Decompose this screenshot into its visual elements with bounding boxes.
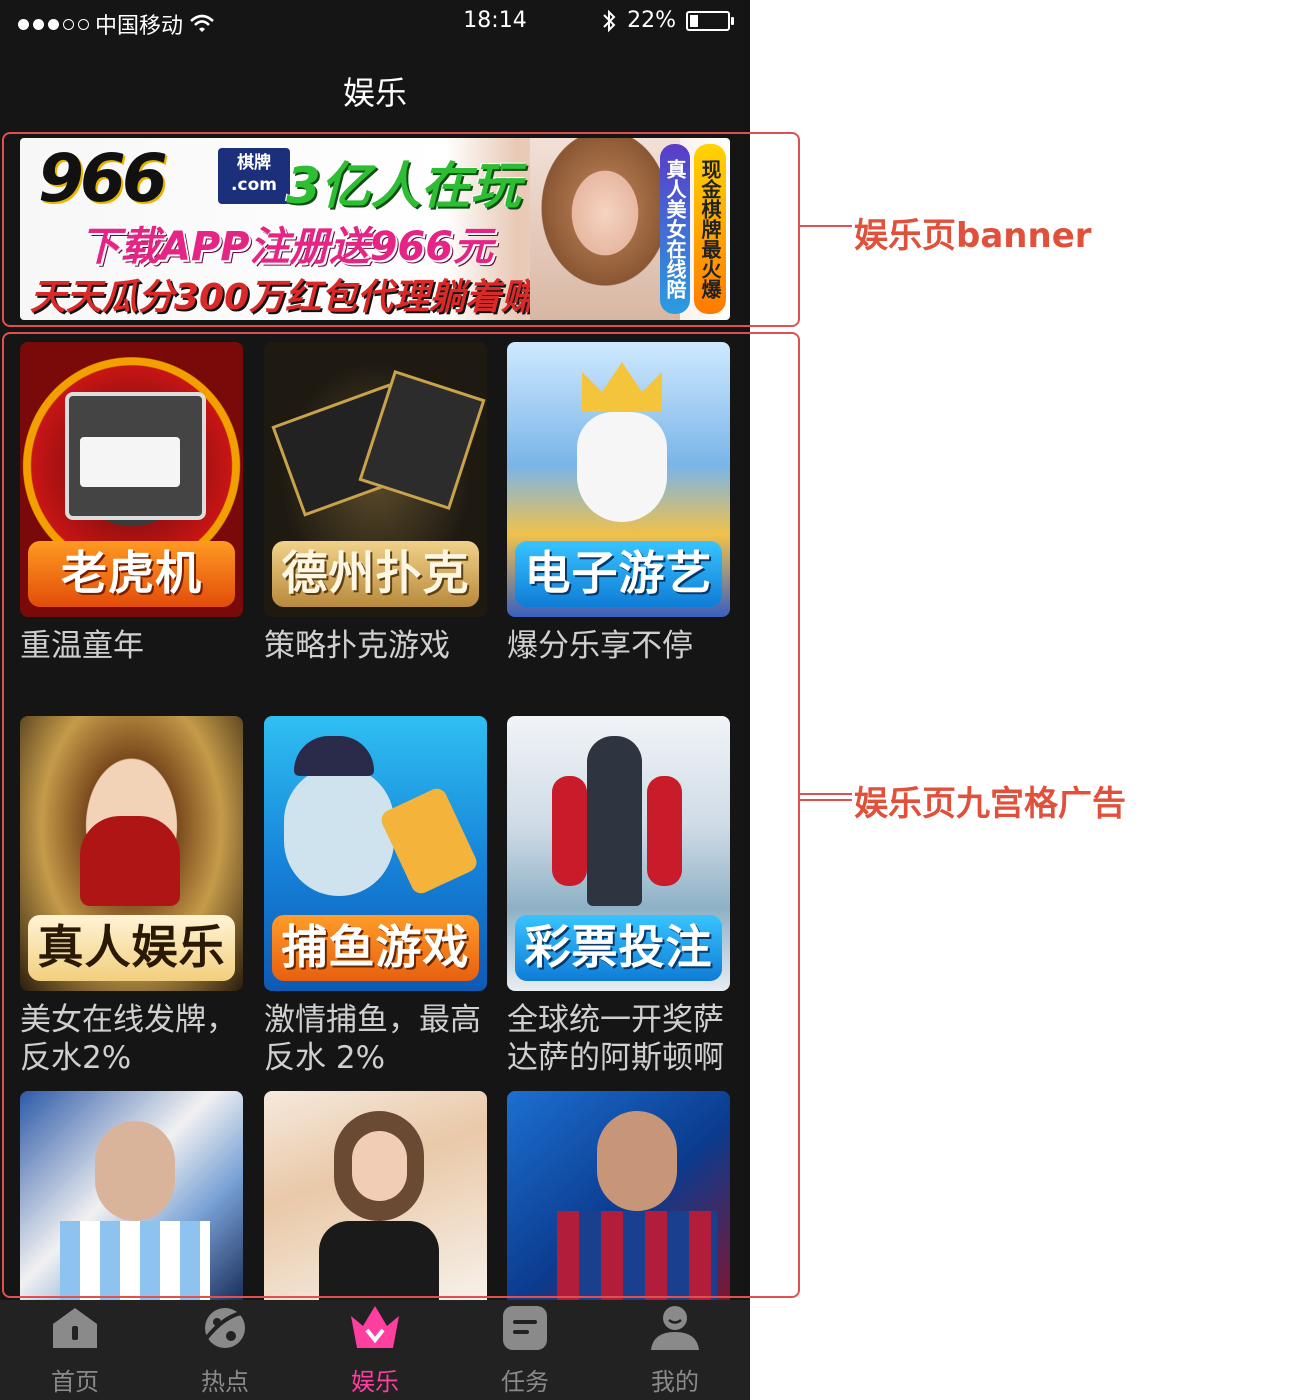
- banner-annotation-box: [2, 132, 800, 327]
- grid-annotation-note: 娱乐页九宫格广告: [854, 784, 1126, 824]
- tab-label: 热点: [201, 1368, 249, 1396]
- grid-annotation-line: [798, 799, 852, 801]
- grid-annotation-line: [798, 793, 852, 795]
- banner-annotation-line: [798, 225, 852, 227]
- status-bar: 中国移动 18:14 22%: [0, 0, 750, 42]
- page-title: 娱乐: [342, 74, 407, 112]
- tab-home[interactable]: 首页: [0, 1300, 150, 1400]
- home-icon: [49, 1304, 101, 1352]
- battery-percent: 22%: [627, 8, 676, 33]
- tab-label: 首页: [51, 1368, 99, 1396]
- tab-hot[interactable]: 热点: [150, 1300, 300, 1400]
- tab-label: 我的: [651, 1368, 699, 1396]
- tab-bar: 首页 热点 娱乐 任务 我的: [0, 1300, 750, 1400]
- grid-annotation-box: [2, 332, 800, 1298]
- battery-icon: [686, 10, 734, 31]
- task-icon: [499, 1304, 551, 1352]
- banner-annotation-note: 娱乐页banner: [854, 216, 1092, 256]
- tab-entertainment[interactable]: 娱乐: [300, 1300, 450, 1400]
- bluetooth-icon: [603, 9, 616, 32]
- crown-icon: [349, 1304, 401, 1352]
- tab-label: 任务: [501, 1368, 549, 1396]
- tab-label: 娱乐: [351, 1368, 399, 1396]
- tab-tasks[interactable]: 任务: [450, 1300, 600, 1400]
- user-icon: [649, 1304, 701, 1352]
- tab-mine[interactable]: 我的: [600, 1300, 750, 1400]
- planet-icon: [199, 1304, 251, 1352]
